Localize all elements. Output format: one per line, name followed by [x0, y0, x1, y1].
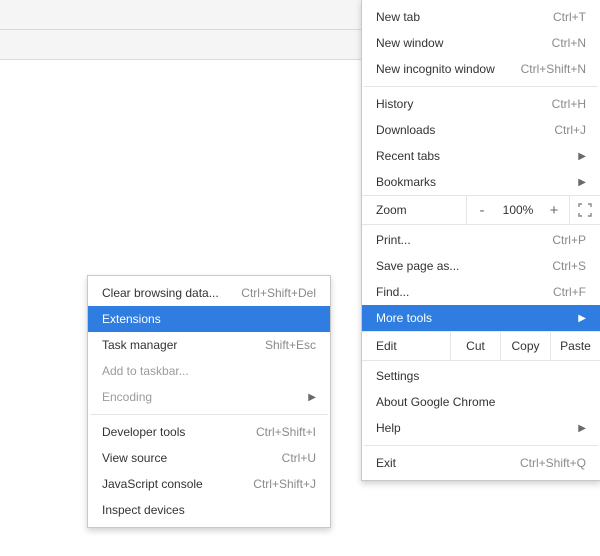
menu-label: View source — [102, 451, 282, 465]
menu-save-as[interactable]: Save page as...Ctrl+S — [362, 253, 600, 279]
menu-label: Developer tools — [102, 425, 256, 439]
zoom-level: 100% — [497, 196, 539, 224]
menu-label: Help — [376, 421, 568, 435]
menu-zoom-row: Zoom - 100% + — [362, 195, 600, 225]
menu-label: New tab — [376, 10, 553, 24]
sub-extensions[interactable]: Extensions — [88, 306, 330, 332]
menu-label: Bookmarks — [376, 175, 568, 189]
menu-label: Clear browsing data... — [102, 286, 241, 300]
menu-label: Inspect devices — [102, 503, 316, 517]
menu-shortcut: Ctrl+S — [552, 259, 586, 273]
paste-button[interactable]: Paste — [551, 332, 600, 360]
menu-shortcut: Ctrl+U — [282, 451, 316, 465]
menu-shortcut: Ctrl+T — [553, 10, 586, 24]
menu-label: Downloads — [376, 123, 554, 137]
menu-label: More tools — [376, 311, 568, 325]
fullscreen-icon — [578, 203, 592, 217]
menu-divider — [364, 445, 598, 446]
menu-label: New window — [376, 36, 552, 50]
edit-label: Edit — [362, 332, 450, 360]
menu-label: Recent tabs — [376, 149, 568, 163]
submenu-arrow-icon: ▶ — [308, 392, 316, 403]
zoom-in-button[interactable]: + — [539, 196, 569, 224]
submenu-arrow-icon: ▶ — [578, 423, 586, 434]
menu-shortcut: Shift+Esc — [265, 338, 316, 352]
menu-shortcut: Ctrl+P — [552, 233, 586, 247]
menu-label: Exit — [376, 456, 520, 470]
menu-label: New incognito window — [376, 62, 521, 76]
menu-edit-row: Edit Cut Copy Paste — [362, 331, 600, 361]
menu-bookmarks[interactable]: Bookmarks ▶ — [362, 169, 600, 195]
menu-label: JavaScript console — [102, 477, 253, 491]
menu-shortcut: Ctrl+Shift+I — [256, 425, 316, 439]
menu-shortcut: Ctrl+Shift+N — [521, 62, 586, 76]
menu-new-window[interactable]: New windowCtrl+N — [362, 30, 600, 56]
menu-shortcut: Ctrl+N — [552, 36, 586, 50]
menu-print[interactable]: Print...Ctrl+P — [362, 227, 600, 253]
sub-inspect-devices[interactable]: Inspect devices — [88, 497, 330, 523]
sub-developer-tools[interactable]: Developer toolsCtrl+Shift+I — [88, 419, 330, 445]
more-tools-submenu: Clear browsing data...Ctrl+Shift+Del Ext… — [87, 275, 331, 528]
menu-label: Print... — [376, 233, 552, 247]
window-bar-1 — [0, 0, 372, 30]
sub-view-source[interactable]: View sourceCtrl+U — [88, 445, 330, 471]
menu-find[interactable]: Find...Ctrl+F — [362, 279, 600, 305]
sub-task-manager[interactable]: Task managerShift+Esc — [88, 332, 330, 358]
submenu-arrow-icon: ▶ — [578, 151, 586, 162]
menu-divider — [90, 414, 328, 415]
menu-label: History — [376, 97, 552, 111]
menu-exit[interactable]: ExitCtrl+Shift+Q — [362, 450, 600, 476]
menu-label: Extensions — [102, 312, 316, 326]
menu-help[interactable]: Help ▶ — [362, 415, 600, 441]
menu-about[interactable]: About Google Chrome — [362, 389, 600, 415]
submenu-arrow-icon: ▶ — [578, 313, 586, 324]
menu-downloads[interactable]: DownloadsCtrl+J — [362, 117, 600, 143]
sub-encoding[interactable]: Encoding ▶ — [88, 384, 330, 410]
chrome-main-menu: New tabCtrl+T New windowCtrl+N New incog… — [361, 0, 600, 481]
menu-incognito[interactable]: New incognito windowCtrl+Shift+N — [362, 56, 600, 82]
menu-settings[interactable]: Settings — [362, 363, 600, 389]
copy-button[interactable]: Copy — [501, 332, 550, 360]
fullscreen-button[interactable] — [570, 196, 600, 224]
sub-clear-browsing-data[interactable]: Clear browsing data...Ctrl+Shift+Del — [88, 280, 330, 306]
menu-recent-tabs[interactable]: Recent tabs ▶ — [362, 143, 600, 169]
menu-history[interactable]: HistoryCtrl+H — [362, 91, 600, 117]
zoom-label: Zoom — [362, 196, 466, 224]
zoom-out-button[interactable]: - — [467, 196, 497, 224]
sub-add-to-taskbar[interactable]: Add to taskbar... — [88, 358, 330, 384]
menu-shortcut: Ctrl+H — [552, 97, 586, 111]
menu-shortcut: Ctrl+Shift+Q — [520, 456, 586, 470]
sub-js-console[interactable]: JavaScript consoleCtrl+Shift+J — [88, 471, 330, 497]
menu-label: About Google Chrome — [376, 395, 586, 409]
menu-divider — [364, 86, 598, 87]
cut-button[interactable]: Cut — [451, 332, 500, 360]
menu-new-tab[interactable]: New tabCtrl+T — [362, 4, 600, 30]
menu-label: Settings — [376, 369, 586, 383]
menu-label: Add to taskbar... — [102, 364, 316, 378]
menu-more-tools[interactable]: More tools ▶ — [362, 305, 600, 331]
menu-label: Encoding — [102, 390, 298, 404]
menu-shortcut: Ctrl+Shift+J — [253, 477, 316, 491]
menu-shortcut: Ctrl+Shift+Del — [241, 286, 316, 300]
menu-shortcut: Ctrl+F — [553, 285, 586, 299]
menu-label: Save page as... — [376, 259, 552, 273]
submenu-arrow-icon: ▶ — [578, 177, 586, 188]
menu-label: Find... — [376, 285, 553, 299]
menu-label: Task manager — [102, 338, 265, 352]
menu-shortcut: Ctrl+J — [554, 123, 586, 137]
window-bar-2 — [0, 30, 372, 60]
